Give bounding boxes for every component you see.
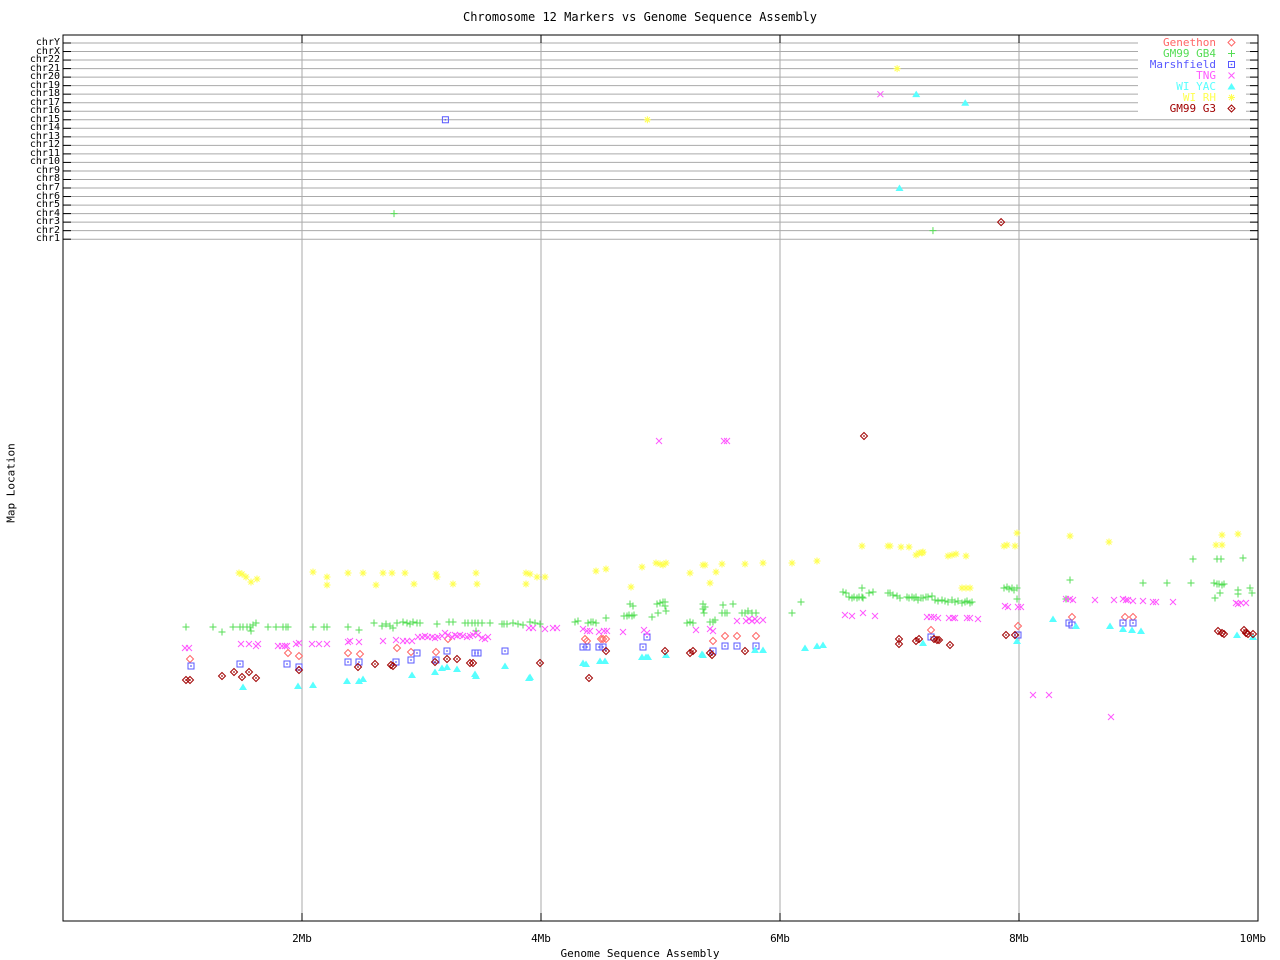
x-tick-label: 10Mb [1239,932,1266,945]
x-tick-label: 2Mb [292,932,312,945]
x-tick-label: 6Mb [770,932,790,945]
x-tick-label: 8Mb [1009,932,1029,945]
x-tick-labels: 2Mb 4Mb 6Mb 8Mb 10Mb [0,0,1280,960]
chart-page: Chromosome 12 Markers vs Genome Sequence… [0,0,1280,960]
x-tick-label: 4Mb [531,932,551,945]
